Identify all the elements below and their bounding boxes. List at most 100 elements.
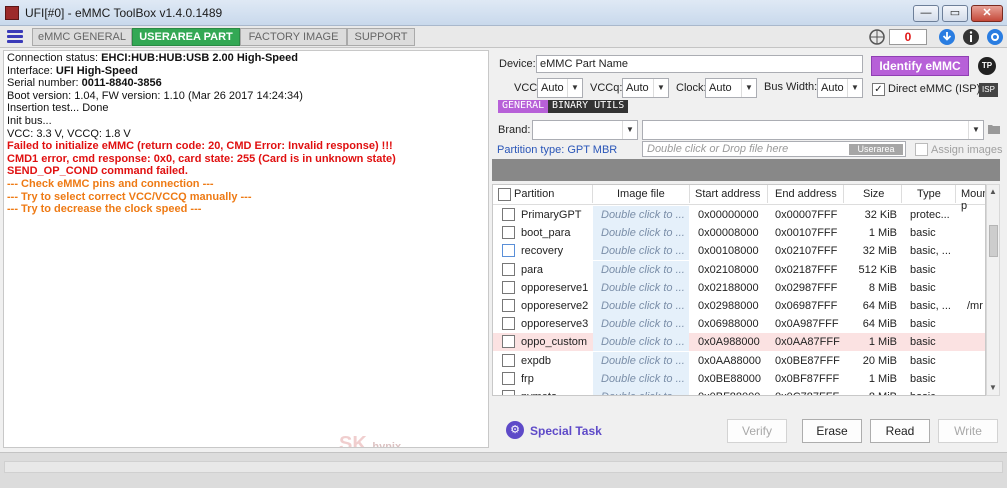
network-globe-icon[interactable]	[868, 28, 886, 46]
log-error-line: SEND_OP_COND command failed.	[7, 165, 188, 178]
select-all-checkbox[interactable]	[498, 188, 511, 201]
column-header-type[interactable]: Type	[917, 188, 941, 200]
assign-images-label: Assign images	[931, 144, 1003, 156]
table-row[interactable]: opporeserve3 Double click to ... 0x0698800…	[493, 315, 985, 334]
scrollbar-thumb[interactable]	[989, 225, 998, 257]
image-file-cell[interactable]: Double click to ...	[593, 242, 689, 261]
subtab-binary-utils[interactable]: BINARY UTILS	[548, 100, 629, 113]
end-address: 0x0C787FFF	[775, 391, 839, 395]
vccq-label: VCCq:	[590, 82, 623, 94]
isp-badge[interactable]: ISP	[979, 83, 998, 97]
row-checkbox[interactable]	[502, 299, 515, 312]
row-checkbox[interactable]	[502, 371, 515, 385]
erase-button[interactable]: Erase	[802, 419, 862, 443]
tab-userarea-part[interactable]: USERAREA PART	[132, 28, 240, 46]
partition-size: 32 MiB	[862, 245, 897, 258]
image-file-cell[interactable]: Double click to ...	[593, 315, 689, 334]
column-header-size[interactable]: Size	[863, 188, 884, 200]
partition-name: recovery	[521, 245, 564, 258]
table-row[interactable]: nvmetaDouble click to ... 0x0BF88000 0x0C7…	[493, 388, 985, 395]
image-file-cell[interactable]: Double click to ...	[593, 351, 689, 370]
vcc-select[interactable]: Auto ▼	[537, 78, 583, 98]
subtab-general[interactable]: GENERAL	[498, 100, 549, 113]
row-checkbox[interactable]	[502, 280, 515, 294]
partition-name: opporeserve1	[521, 281, 589, 294]
partition-size: 64 MiB	[862, 300, 897, 312]
partition-type: basic, ...	[910, 245, 951, 258]
log-panel: Connection status: EHCI:HUB:HUB:USB 2.00…	[3, 50, 489, 448]
image-file-cell[interactable]: Double click to ...	[593, 224, 689, 243]
table-row[interactable]: PrimaryGPT Double click to ... 0x00000000 0…	[493, 206, 985, 224]
column-divider	[843, 185, 844, 203]
tab-factory-image[interactable]: FACTORY IMAGE	[240, 28, 347, 46]
partition-type: basic	[910, 354, 936, 367]
identify-emmc-button[interactable]: Identify eMMC	[871, 56, 969, 76]
image-file-cell[interactable]: Double click to ...	[593, 388, 689, 395]
close-button[interactable]: ✕	[971, 5, 1003, 22]
column-divider	[592, 185, 593, 203]
partition-size: 1 MiB	[868, 372, 897, 385]
column-header-image[interactable]: Image file	[617, 188, 665, 200]
special-task-button[interactable]: Special Task	[530, 424, 602, 438]
column-header-end[interactable]: End address	[775, 188, 837, 200]
log-line: Boot version: 1.04, FW version: 1.10 (Ma…	[7, 89, 303, 102]
read-button[interactable]: Read	[870, 419, 930, 443]
tab-support[interactable]: SUPPORT	[347, 28, 415, 46]
table-row[interactable]: expdb Double click to ... 0x0AA88000 0x0BE8…	[493, 351, 985, 370]
table-row[interactable]: para Double click to ... 0x02108000 0x02187…	[493, 260, 985, 279]
buswidth-select[interactable]: Auto ▼	[817, 78, 863, 98]
minimize-button[interactable]: —	[913, 5, 939, 22]
scroll-up-icon[interactable]: ▲	[987, 185, 999, 199]
image-file-cell[interactable]: Double click to ...	[593, 297, 689, 315]
start-address: 0x06988000	[698, 318, 759, 331]
row-checkbox[interactable]	[502, 244, 515, 258]
hamburger-menu-icon[interactable]	[7, 30, 23, 44]
table-row[interactable]: opporeserve1 Double click to ... 0x0218800…	[493, 278, 985, 297]
table-row[interactable]: oppo_custom Double click to ... 0x0A988000…	[493, 333, 985, 352]
row-checkbox[interactable]	[502, 317, 515, 331]
image-file-cell[interactable]: Double click to ...	[593, 369, 689, 388]
table-scrollbar[interactable]: ▲ ▼	[986, 184, 1000, 396]
tab-bar: eMMC GENERAL USERAREA PART FACTORY IMAGE…	[0, 26, 1007, 48]
table-row[interactable]: recovery Double click to ... 0x00108000 0x0…	[493, 242, 985, 261]
info-icon[interactable]	[962, 28, 980, 46]
end-address: 0x0A987FFF	[775, 318, 839, 331]
table-row[interactable]: opporeserve2 Double click to ... 0x0298800…	[493, 297, 985, 315]
gear-icon[interactable]	[986, 28, 1004, 46]
partition-size: 512 KiB	[858, 263, 897, 276]
special-task-icon[interactable]: ⚙	[506, 421, 524, 439]
assign-images-checkbox[interactable]	[915, 143, 928, 156]
tp-icon[interactable]: TP	[978, 57, 996, 75]
clock-select[interactable]: Auto ▼	[705, 78, 757, 98]
table-row[interactable]: boot_para Double click to ... 0x00008000 0x…	[493, 224, 985, 243]
direct-emmc-checkbox[interactable]: ✓	[872, 83, 885, 96]
partition-size: 8 MiB	[843, 391, 897, 395]
folder-icon[interactable]	[988, 124, 1000, 134]
row-checkbox[interactable]	[502, 226, 515, 240]
verify-button[interactable]: Verify	[727, 419, 787, 443]
row-checkbox[interactable]	[502, 335, 515, 349]
device-name-field[interactable]: eMMC Part Name	[536, 55, 863, 73]
model-select[interactable]: ▼	[642, 120, 984, 140]
progress-bar	[4, 461, 1003, 473]
column-header-start[interactable]: Start address	[695, 188, 760, 200]
image-file-cell[interactable]: Double click to ...	[593, 278, 689, 297]
write-button[interactable]: Write	[938, 419, 998, 443]
download-icon[interactable]	[938, 28, 956, 46]
table-row[interactable]: frp Double click to ... 0x0BE88000 0x0BF87F…	[493, 369, 985, 388]
row-checkbox[interactable]	[502, 262, 515, 276]
end-address: 0x0BE87FFF	[775, 354, 840, 367]
restore-button[interactable]: ▭	[942, 5, 968, 22]
log-line: Connection status: EHCI:HUB:HUB:USB 2.00…	[7, 52, 298, 64]
image-file-cell[interactable]: Double click to ...	[593, 333, 689, 352]
vccq-select[interactable]: Auto ▼	[622, 78, 669, 98]
tab-emmc-general[interactable]: eMMC GENERAL	[32, 28, 132, 46]
row-checkbox[interactable]	[502, 390, 515, 395]
row-checkbox[interactable]	[502, 208, 515, 221]
image-file-cell[interactable]: Double click to ...	[593, 206, 689, 224]
row-checkbox[interactable]	[502, 353, 515, 367]
scroll-down-icon[interactable]: ▼	[987, 381, 999, 395]
brand-select[interactable]: ▼	[532, 120, 638, 140]
column-header-partition[interactable]: Partition	[514, 188, 554, 200]
image-file-cell[interactable]: Double click to ...	[593, 260, 689, 279]
